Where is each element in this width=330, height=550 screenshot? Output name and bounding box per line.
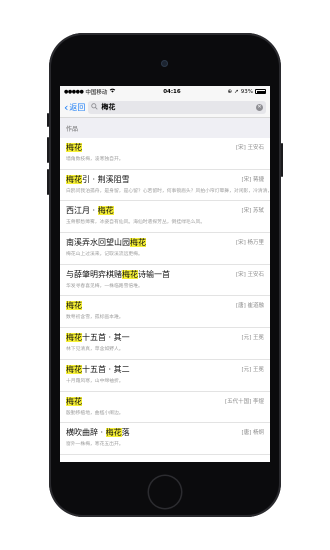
title-prefix: 西江月 · xyxy=(66,206,98,216)
result-excerpt: 墙角数枝梅，凌寒独自开。 xyxy=(66,157,124,162)
carrier-label: 中国移动 xyxy=(85,89,108,96)
result-author: [宋] 王安石 xyxy=(235,271,264,278)
result-row[interactable]: 梅花 [五代十国] 李煜殷勤移植地，曲槛小阑边。 xyxy=(60,392,270,424)
title-suffix: 引 · 荆溪阻雪 xyxy=(82,174,130,184)
title-prefix: 横吹曲辞 · xyxy=(66,428,106,438)
result-list: 梅花 [宋] 王安石 墙角数枝梅，凌寒独自开。 梅花引 · 荆溪阻雪 [宋] 蒋捷 白鸥问… xyxy=(60,138,270,455)
title-prefix: 与薛肇明弈棋赌 xyxy=(66,269,122,279)
result-row[interactable]: 南溪弄水回望山园梅花 [宋] 杨万里 梅花山上过溪来，记取溪流远更梅。 xyxy=(60,233,270,265)
result-row[interactable]: 横吹曲辞 · 梅花落 [唐] 杨炯 窗外一株梅，寒花五出开。 xyxy=(60,423,270,455)
status-bar: ●●●●● 中国移动 04:16 ⊕ ➚ 93% xyxy=(60,86,270,97)
status-left: ●●●●● 中国移动 xyxy=(64,88,116,96)
title-highlight: 梅花 xyxy=(66,174,82,184)
title-suffix: 十五首 · 其一 xyxy=(82,333,130,343)
title-highlight: 梅花 xyxy=(66,143,82,152)
result-title: 梅花 xyxy=(66,142,264,153)
title-suffix: 诗输一首 xyxy=(138,269,170,279)
status-time: 04:16 xyxy=(163,88,181,95)
result-row[interactable]: 梅花引 · 荆溪阻雪 [宋] 蒋捷 白鸥问我泊孤舟，是身留，是心留？心若留时，何事锁… xyxy=(60,170,270,202)
result-author: [宋] 苏轼 xyxy=(241,208,264,215)
phone-frame: ●●●●● 中国移动 04:16 ⊕ ➚ 93% ‹ 返回 梅花 ✕ 作品 梅花… xyxy=(47,33,283,517)
location-icon: ➚ xyxy=(234,88,239,95)
title-suffix: 十五首 · 其二 xyxy=(82,364,130,374)
result-author: [五代十国] 李煜 xyxy=(224,398,264,405)
result-row[interactable]: 与薛肇明弈棋赌梅花诗输一首 [宋] 王安石 华发寻春喜见梅，一株临路雪倍堆。 xyxy=(60,265,270,297)
title-suffix: 落 xyxy=(121,428,130,438)
power-button xyxy=(281,143,283,177)
result-row[interactable]: 梅花十五首 · 其二 [元] 王冕 十月霜风寒，山中绵袖折。 xyxy=(60,360,270,392)
result-author: [唐] 崔道融 xyxy=(235,303,264,310)
search-input[interactable]: 梅花 ✕ xyxy=(88,100,266,114)
search-icon xyxy=(91,102,99,112)
result-author: [元] 王冕 xyxy=(241,366,264,373)
front-camera xyxy=(161,60,168,67)
result-excerpt: 林下见清真，草含如野人。 xyxy=(66,347,124,353)
result-excerpt: 数萼初含雪，孤标画本难。 xyxy=(66,315,124,321)
signal-icon: ●●●●● xyxy=(64,88,84,95)
volume-up-button xyxy=(47,137,49,163)
result-author: [宋] 蒋捷 xyxy=(241,176,264,183)
rotation-lock-icon: ⊕ xyxy=(227,88,233,95)
title-highlight: 梅花 xyxy=(66,396,82,406)
result-excerpt: 十月霜风寒，山中绵袖折。 xyxy=(66,378,124,384)
result-author: [宋] 王安石 xyxy=(235,145,264,151)
result-title: 横吹曲辞 · 梅花落 xyxy=(66,427,264,438)
result-title: 梅花 xyxy=(66,300,264,311)
result-title: 梅花十五首 · 其二 xyxy=(66,364,264,375)
clear-icon[interactable]: ✕ xyxy=(256,103,263,111)
search-value: 梅花 xyxy=(101,103,116,111)
wifi-icon xyxy=(109,88,116,95)
result-row[interactable]: 梅花 [唐] 崔道融数萼初含雪，孤标画本难。 xyxy=(60,296,270,329)
result-title: 梅花十五首 · 其一 xyxy=(66,332,264,343)
result-title: 与薛肇明弈棋赌梅花诗输一首 xyxy=(66,269,264,280)
battery-fill xyxy=(256,90,266,93)
title-highlight: 梅花 xyxy=(66,301,82,311)
result-title: 南溪弄水回望山园梅花 xyxy=(66,237,264,248)
title-highlight: 梅花 xyxy=(105,428,122,438)
result-author: [宋] 杨万里 xyxy=(235,240,264,247)
title-highlight: 梅花 xyxy=(66,364,82,374)
mute-switch xyxy=(47,113,49,127)
status-right: ⊕ ➚ 93% xyxy=(228,89,266,95)
nav-bar: ‹ 返回 梅花 ✕ xyxy=(60,97,270,118)
result-excerpt: 玉骨那愁瘴雾，冰姿自有仙风。海仙时遣探芳丛，倒挂绿毛么凤。 xyxy=(66,220,206,226)
screen: ●●●●● 中国移动 04:16 ⊕ ➚ 93% ‹ 返回 梅花 ✕ 作品 梅花… xyxy=(60,86,270,462)
result-excerpt: 华发寻春喜见梅，一株临路雪倍堆。 xyxy=(66,283,143,289)
chevron-left-icon: ‹ xyxy=(64,100,69,114)
result-row[interactable]: 梅花 [宋] 王安石墙角数枝梅，凌寒独自开。 xyxy=(60,138,270,170)
result-author: [元] 王冕 xyxy=(241,335,264,342)
result-title: 西江月 · 梅花 xyxy=(66,205,264,216)
volume-down-button xyxy=(47,169,49,195)
title-highlight: 梅花 xyxy=(122,269,138,279)
section-header: 作品 xyxy=(60,118,270,138)
title-prefix: 南溪弄水回望山园 xyxy=(66,238,130,248)
back-button[interactable]: ‹ 返回 xyxy=(64,102,85,113)
result-row[interactable]: 梅花十五首 · 其一 [元] 王冕 林下见清真，草含如野人。 xyxy=(60,328,270,360)
battery-icon xyxy=(255,89,266,94)
stage: ●●●●● 中国移动 04:16 ⊕ ➚ 93% ‹ 返回 梅花 ✕ 作品 梅花… xyxy=(0,0,330,550)
back-label: 返回 xyxy=(69,102,86,112)
title-highlight: 梅花 xyxy=(66,333,82,343)
result-excerpt: 殷勤移植地，曲槛小阑边。 xyxy=(66,410,124,416)
result-excerpt: 窗外一株梅，寒花五出开。 xyxy=(66,442,124,448)
result-author: [唐] 杨炯 xyxy=(241,430,264,437)
title-highlight: 梅花 xyxy=(97,206,114,216)
battery-percent: 93% xyxy=(240,88,253,95)
result-row[interactable]: 西江月 · 梅花 [宋] 苏轼 玉骨那愁瘴雾，冰姿自有仙风。海仙时遣探芳丛，倒挂绿毛… xyxy=(60,201,270,234)
title-highlight: 梅花 xyxy=(130,238,146,248)
home-button[interactable] xyxy=(149,476,181,508)
result-excerpt: 梅花山上过溪来，记取溪流远更梅。 xyxy=(66,252,143,258)
result-excerpt: 白鸥问我泊孤舟，是身留，是心留？心若留时，何事锁眉头？风拍小帘灯晕舞，对闲影，冷… xyxy=(66,188,270,194)
result-title: 梅花引 · 荆溪阻雪 xyxy=(66,174,264,185)
